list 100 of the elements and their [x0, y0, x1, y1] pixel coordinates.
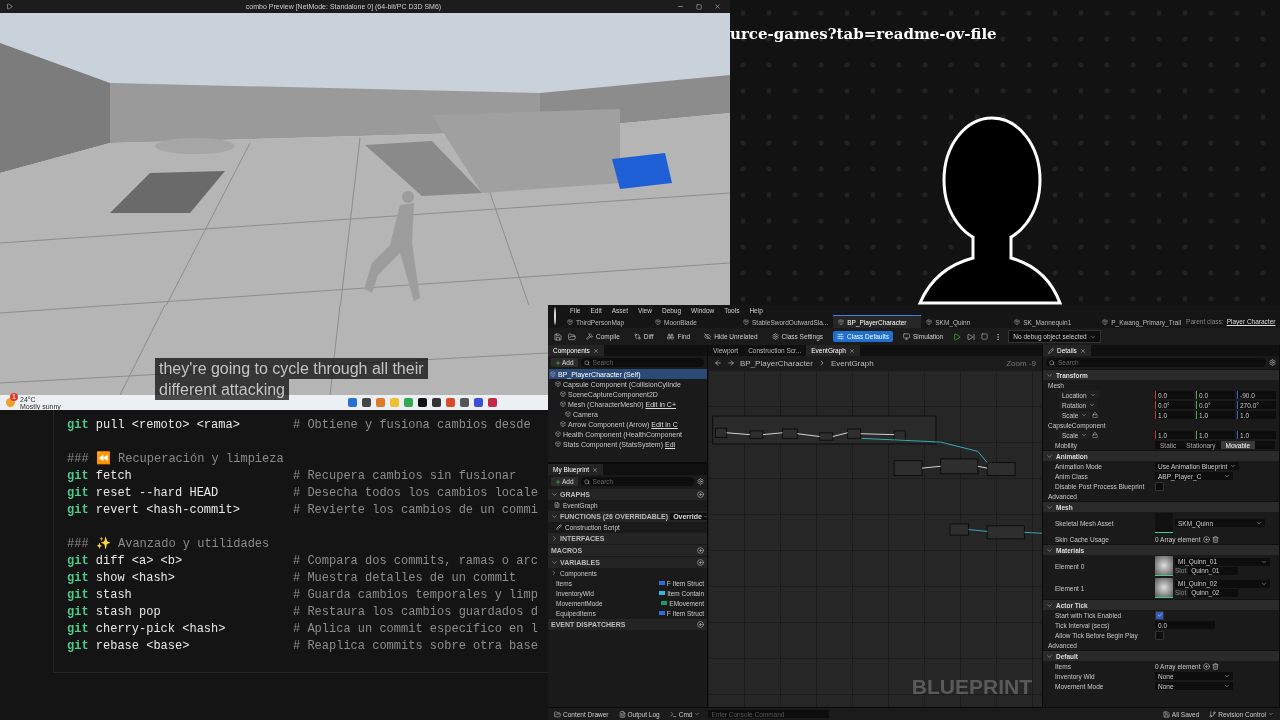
folder-icon: [568, 332, 576, 341]
play-icon: [953, 332, 962, 341]
comment-text: # Obtiene y fusiona cambios desde: [293, 417, 532, 434]
mesh-thumbnail: [1155, 513, 1173, 533]
stop-icon: [981, 333, 989, 340]
lock-icon[interactable]: [1092, 432, 1099, 438]
command-text: git reset --hard HEAD: [67, 485, 220, 502]
checkbox[interactable]: [1155, 630, 1164, 640]
blueprint-watermark: BLUEPRINT: [911, 675, 1032, 699]
save-icon: [554, 332, 562, 341]
component-icon: [550, 371, 556, 377]
trash-icon: [1211, 662, 1219, 670]
caret-icon: [1089, 333, 1096, 340]
caret-icon: [694, 711, 701, 717]
maximize-icon: [696, 3, 702, 10]
caret-icon: [702, 514, 707, 519]
url-text: urce-games?tab=readme-ov-file: [730, 25, 997, 43]
breadcrumb-item[interactable]: BP_PlayerCharacter: [740, 358, 813, 368]
graph-node[interactable]: [819, 432, 834, 441]
sliders-icon: [837, 333, 845, 340]
chevron-down-icon: [1046, 503, 1053, 511]
caret-icon: [1261, 580, 1267, 587]
add-icon: [697, 490, 704, 498]
app-icon: [6, 3, 13, 10]
node-wire: [832, 432, 849, 437]
close-icon: [848, 347, 855, 354]
terminal-icon: [669, 710, 677, 718]
command-text: git diff <a> <b>: [67, 553, 184, 570]
graph-node[interactable]: [781, 428, 798, 439]
zoom-level: Zoom -9: [1006, 358, 1036, 368]
graph-node[interactable]: [847, 428, 862, 439]
caret-icon: [1081, 432, 1088, 438]
comment-text: # Aplica un commit específico en l: [293, 621, 539, 638]
node-wire: [1023, 531, 1042, 534]
component-icon: [555, 431, 561, 437]
lock-icon[interactable]: [1092, 412, 1099, 418]
graph-node[interactable]: [940, 458, 979, 475]
component-icon: [560, 421, 566, 427]
graph-node[interactable]: [949, 523, 970, 536]
add-icon: [697, 620, 704, 628]
asset-icon: [655, 319, 661, 325]
command-text: git stash: [67, 587, 133, 604]
compare-icon: [633, 333, 641, 340]
asset-icon: [838, 319, 845, 325]
comment-text: # Compara dos commits, ramas o arc: [293, 553, 539, 570]
checkbox[interactable]: [1155, 481, 1164, 491]
back-icon: [714, 359, 722, 367]
command-text: git cherry-pick <hash>: [67, 621, 227, 638]
comment-text: # Recupera cambios sin fusionar: [293, 468, 518, 485]
asset-icon: [567, 319, 573, 325]
breadcrumb-item[interactable]: EventGraph: [830, 358, 874, 368]
close-icon: [714, 3, 721, 10]
eye-off-icon: [704, 333, 712, 340]
chevron-down-icon: [551, 513, 558, 520]
minimize-icon: [677, 3, 684, 10]
checkbox[interactable]: [1155, 610, 1164, 620]
plus-icon: [555, 478, 561, 485]
component-icon: [555, 381, 561, 387]
graph-icon: [554, 502, 560, 508]
graph-node[interactable]: [893, 430, 906, 441]
hammer-icon: [586, 333, 593, 340]
add-icon: [1202, 662, 1210, 670]
command-text: git fetch: [67, 468, 133, 485]
graph-node[interactable]: [986, 525, 1025, 540]
graph-node[interactable]: [714, 427, 728, 438]
comment-text: # Restaura los cambios guardados d: [293, 604, 539, 621]
add-icon: [697, 558, 704, 566]
command-text: git stash pop: [67, 604, 162, 621]
component-icon: [565, 411, 571, 417]
check-icon: [1156, 612, 1163, 618]
chevron-down-icon: [1046, 652, 1053, 660]
comment-text: # Muestra detalles de un commit: [293, 570, 518, 587]
chevron-right-icon: [551, 570, 557, 576]
node-wire: [726, 432, 751, 436]
asset-icon: [926, 319, 933, 325]
pencil-icon: [1048, 347, 1054, 354]
function-icon: [556, 524, 562, 530]
section-heading: ### ✨ Avanzado y utilidades: [67, 536, 271, 553]
graph-node[interactable]: [749, 430, 764, 439]
maximize-button[interactable]: [693, 3, 705, 10]
add-icon: [1202, 535, 1210, 543]
section-heading: ### ⏪ Recuperación y limpieza: [67, 451, 285, 468]
graph-node[interactable]: [893, 460, 923, 477]
material-thumbnail: [1155, 556, 1173, 576]
settings-icon: [697, 478, 704, 485]
log-icon: [618, 710, 626, 718]
command-text: git rebase <base>: [67, 638, 191, 655]
chevron-down-icon: [551, 491, 558, 498]
asset-icon: [1014, 319, 1021, 325]
command-text: git pull <remoto> <rama>: [67, 417, 241, 434]
folder-icon: [554, 710, 561, 718]
comment-text: # Reaplica commits sobre otra base: [293, 638, 539, 655]
comment-text: # Guarda cambios temporales y limp: [293, 587, 539, 604]
add-icon: [697, 546, 704, 554]
asset-icon: [1102, 319, 1109, 325]
caret-icon: [1268, 711, 1274, 717]
caret-icon: [1256, 520, 1262, 526]
component-icon: [560, 391, 566, 397]
graph-node[interactable]: [986, 462, 1016, 477]
chevron-down-icon: [1046, 452, 1053, 460]
